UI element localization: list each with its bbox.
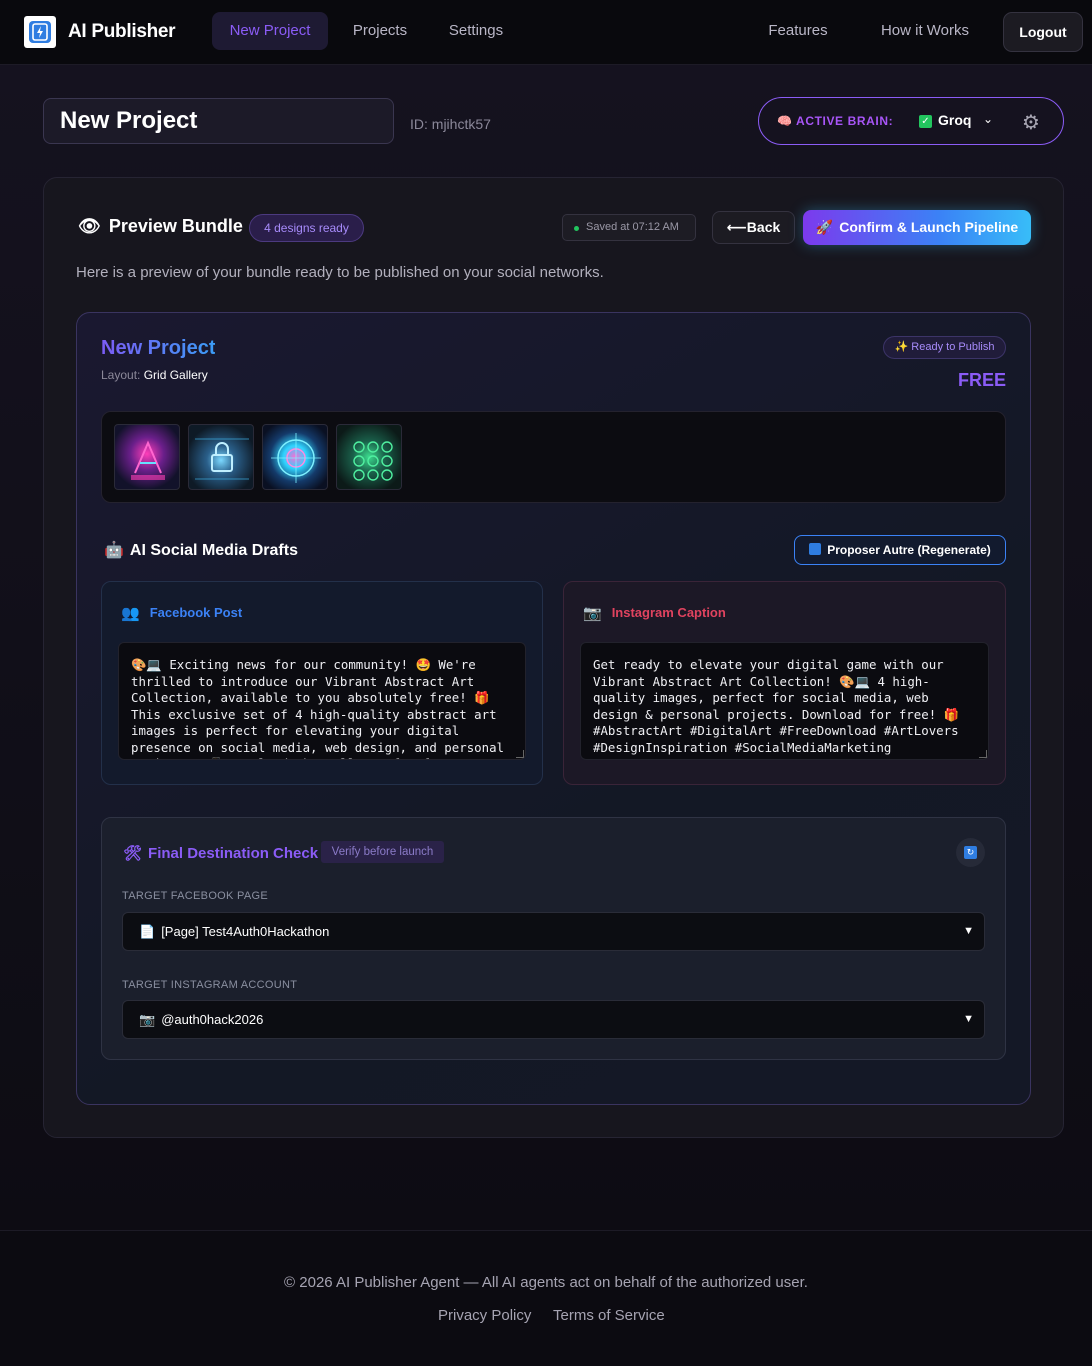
confirm-launch-button[interactable]: 🚀 Confirm & Launch Pipeline [803, 210, 1031, 245]
eye-icon: 👁 [78, 216, 101, 236]
nav-projects[interactable]: Projects [338, 12, 422, 50]
instagram-account-select[interactable]: 📷 @auth0hack2026 ▼ [122, 1000, 985, 1039]
refresh-icon [809, 543, 822, 555]
logout-button[interactable]: Logout [1003, 12, 1083, 52]
refresh-icon: ↻ [964, 846, 977, 859]
project-title-input[interactable]: New Project [43, 98, 394, 144]
facebook-page-select[interactable]: 📄 [Page] Test4Auth0Hackathon ▼ [122, 912, 985, 951]
bundle-title: New Project [101, 337, 216, 359]
nav-settings[interactable]: Settings [434, 12, 518, 50]
camera-icon: 📷 [583, 605, 602, 622]
nav-features[interactable]: Features [756, 12, 840, 50]
resize-handle-icon[interactable] [979, 750, 987, 758]
tools-icon: 🛠 [123, 845, 143, 862]
nav-new-project[interactable]: New Project [212, 12, 328, 50]
sparkle-icon: ✨ [894, 341, 909, 353]
brand-name[interactable]: AI Publisher [68, 21, 176, 43]
preview-description: Here is a preview of your bundle ready t… [76, 264, 604, 281]
social-drafts-title: 🤖 AI Social Media Drafts [104, 542, 298, 559]
design-thumbnail[interactable] [114, 424, 180, 490]
nav-how-it-works[interactable]: How it Works [868, 12, 982, 50]
instagram-account-label: TARGET INSTAGRAM ACCOUNT [122, 979, 298, 991]
regenerate-button[interactable]: Proposer Autre (Regenerate) [794, 535, 1006, 565]
ready-to-publish-badge: ✨ Ready to Publish [883, 336, 1006, 359]
design-thumbnail[interactable] [188, 424, 254, 490]
brain-icon: 🧠 [777, 114, 793, 128]
design-thumbnail[interactable] [336, 424, 402, 490]
facebook-post-textarea[interactable]: 🎨💻 Exciting news for our community! 🤩 We… [118, 642, 526, 760]
facebook-draft-heading: 👥 Facebook Post [121, 605, 243, 622]
terms-of-service-link[interactable]: Terms of Service [553, 1307, 665, 1324]
resize-handle-icon[interactable] [516, 750, 524, 758]
active-brain-value[interactable]: ✓ Groq [919, 112, 971, 128]
rocket-icon: 🚀 [815, 219, 834, 235]
chevron-down-icon: ▼ [963, 1013, 974, 1025]
verify-badge: Verify before launch [321, 841, 444, 863]
page-icon: 📄 [139, 924, 156, 939]
destination-check-title: 🛠 Final Destination Check [123, 845, 319, 862]
saved-dot-icon [574, 226, 579, 231]
bundle-layout: Layout: Grid Gallery [101, 368, 208, 382]
people-icon: 👥 [121, 605, 140, 622]
footer-copyright: © 2026 AI Publisher Agent — All AI agent… [284, 1274, 808, 1291]
footer [0, 1230, 1092, 1366]
saved-status: Saved at 07:12 AM [562, 214, 696, 241]
brand-logo-icon[interactable] [24, 16, 56, 48]
instagram-draft-heading: 📷 Instagram Caption [583, 605, 726, 622]
active-brain-label: 🧠 ACTIVE BRAIN: [777, 114, 894, 128]
top-navbar: AI Publisher New Project Projects Settin… [0, 0, 1092, 65]
bundle-price: FREE [958, 370, 1007, 390]
preview-title: 👁 Preview Bundle [78, 216, 243, 236]
check-icon: ✓ [919, 115, 932, 128]
privacy-policy-link[interactable]: Privacy Policy [438, 1307, 531, 1324]
back-button[interactable]: ⟵Back [712, 211, 795, 244]
gear-icon[interactable]: ⚙ [1022, 110, 1040, 135]
instagram-caption-textarea[interactable]: Get ready to elevate your digital game w… [580, 642, 989, 760]
active-brain-selector[interactable]: 🧠 ACTIVE BRAIN: ✓ Groq ⌄ ⚙ [758, 97, 1064, 145]
robot-icon: 🤖 [104, 542, 124, 559]
refresh-destinations-button[interactable]: ↻ [956, 838, 985, 867]
camera-icon: 📷 [139, 1012, 156, 1027]
arrow-left-icon: ⟵ [726, 219, 747, 235]
designs-count-badge: 4 designs ready [249, 214, 364, 242]
project-id: ID: mjihctk57 [410, 116, 491, 132]
chevron-down-icon: ▼ [963, 925, 974, 937]
design-thumbnail[interactable] [262, 424, 328, 490]
chevron-down-icon[interactable]: ⌄ [983, 112, 993, 126]
facebook-page-label: TARGET FACEBOOK PAGE [122, 890, 268, 902]
